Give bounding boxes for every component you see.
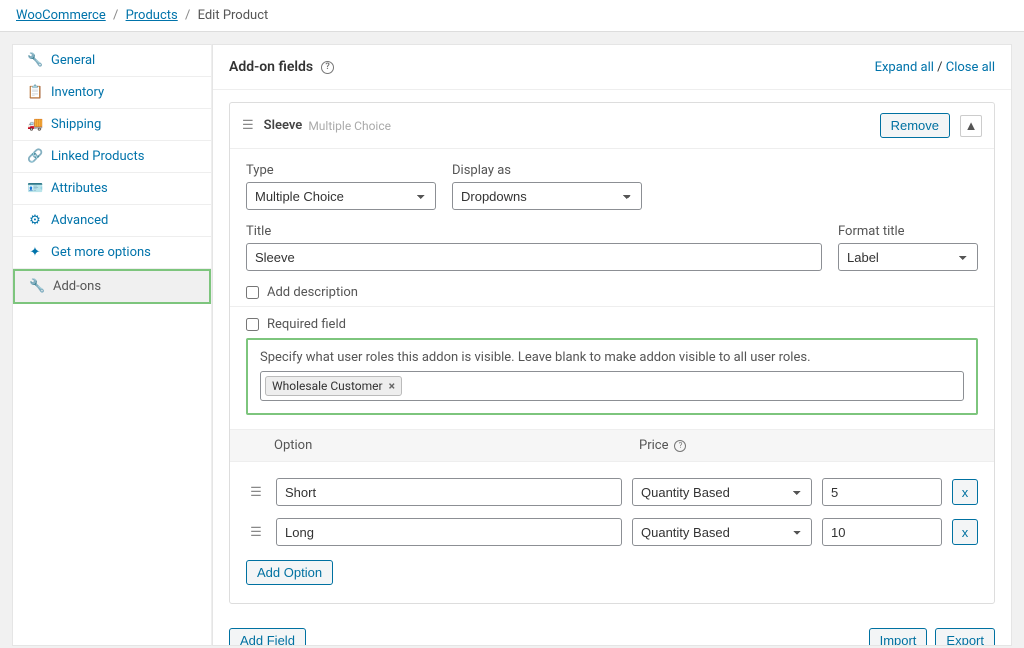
breadcrumb-woocommerce[interactable]: WooCommerce (16, 8, 106, 23)
breadcrumb-current: Edit Product (198, 8, 269, 23)
type-select[interactable]: Multiple Choice (246, 182, 436, 210)
drag-handle-icon[interactable]: ☰ (246, 485, 266, 500)
title-label: Title (246, 224, 822, 239)
sidebar-item-addons[interactable]: 🔧 Add-ons (13, 269, 211, 304)
export-button[interactable]: Export (935, 628, 995, 646)
page-title: Add-on fields ? (229, 59, 334, 75)
wrench-icon: 🔧 (27, 53, 43, 68)
drag-handle-icon[interactable]: ☰ (246, 525, 266, 540)
add-field-button[interactable]: Add Field (229, 628, 306, 646)
sidebar-item-label: Get more options (51, 245, 151, 260)
wrench-icon: 🔧 (29, 279, 45, 294)
truck-icon: 🚚 (27, 117, 43, 132)
import-button[interactable]: Import (869, 628, 928, 646)
sidebar-item-label: General (51, 53, 95, 68)
plus-icon: ✦ (27, 245, 43, 260)
option-price-input[interactable] (822, 478, 942, 506)
option-price-input[interactable] (822, 518, 942, 546)
option-row: ☰ Quantity Based x (246, 512, 978, 552)
display-as-label: Display as (452, 163, 642, 178)
option-name-input[interactable] (276, 478, 622, 506)
option-column-label: Option (274, 438, 639, 453)
remove-option-button[interactable]: x (952, 519, 978, 545)
options-header: Option Price ? (230, 429, 994, 462)
addons-panel: Add-on fields ? Expand all / Close all ☰… (212, 44, 1012, 646)
remove-option-button[interactable]: x (952, 479, 978, 505)
product-data-tabs: 🔧 General 📋 Inventory 🚚 Shipping 🔗 Linke… (12, 44, 212, 646)
addon-field-panel: ☰ Sleeve Multiple Choice Remove ▲ Type M… (229, 102, 995, 604)
sidebar-item-shipping[interactable]: 🚚 Shipping (13, 109, 211, 141)
option-row: ☰ Quantity Based x (246, 472, 978, 512)
expand-all-link[interactable]: Expand all (875, 60, 934, 75)
drag-handle-icon[interactable]: ☰ (242, 118, 254, 133)
add-description-checkbox[interactable] (246, 286, 259, 299)
sidebar-item-label: Shipping (51, 117, 101, 132)
remove-button[interactable]: Remove (880, 113, 950, 138)
sidebar-item-label: Add-ons (53, 279, 101, 294)
role-tag: Wholesale Customer × (265, 376, 402, 396)
remove-tag-icon[interactable]: × (389, 379, 395, 393)
help-icon[interactable]: ? (321, 61, 334, 74)
roles-input[interactable]: Wholesale Customer × (260, 371, 964, 401)
gear-icon: ⚙ (27, 213, 43, 228)
display-as-select[interactable]: Dropdowns (452, 182, 642, 210)
roles-hint: Specify what user roles this addon is vi… (260, 350, 964, 365)
option-name-input[interactable] (276, 518, 622, 546)
price-column-label: Price (639, 438, 668, 453)
sidebar-item-attributes[interactable]: 🪪 Attributes (13, 173, 211, 205)
format-title-select[interactable]: Label (838, 243, 978, 271)
breadcrumb-products[interactable]: Products (126, 8, 178, 23)
required-field-checkbox[interactable] (246, 318, 259, 331)
option-price-type-select[interactable]: Quantity Based (632, 478, 812, 506)
title-input[interactable] (246, 243, 822, 271)
sidebar-item-inventory[interactable]: 📋 Inventory (13, 77, 211, 109)
id-icon: 🪪 (27, 181, 43, 196)
add-description-label: Add description (267, 285, 358, 300)
visible-roles-section: Specify what user roles this addon is vi… (246, 338, 978, 415)
close-all-link[interactable]: Close all (946, 60, 995, 75)
sidebar-item-label: Linked Products (51, 149, 144, 164)
collapse-toggle[interactable]: ▲ (960, 115, 982, 137)
help-icon[interactable]: ? (674, 440, 686, 452)
option-price-type-select[interactable]: Quantity Based (632, 518, 812, 546)
addon-subtitle: Multiple Choice (308, 119, 391, 133)
sidebar-item-label: Attributes (51, 181, 108, 196)
sidebar-item-advanced[interactable]: ⚙ Advanced (13, 205, 211, 237)
breadcrumb: WooCommerce / Products / Edit Product (0, 0, 1024, 32)
add-option-button[interactable]: Add Option (246, 560, 333, 585)
sidebar-item-general[interactable]: 🔧 General (13, 45, 211, 77)
sidebar-item-get-more-options[interactable]: ✦ Get more options (13, 237, 211, 269)
link-icon: 🔗 (27, 149, 43, 164)
type-label: Type (246, 163, 436, 178)
required-field-label: Required field (267, 317, 346, 332)
format-title-label: Format title (838, 224, 978, 239)
sidebar-item-linked-products[interactable]: 🔗 Linked Products (13, 141, 211, 173)
clipboard-icon: 📋 (27, 85, 43, 100)
addon-name: Sleeve (264, 118, 303, 133)
sidebar-item-label: Inventory (51, 85, 104, 100)
sidebar-item-label: Advanced (51, 213, 108, 228)
